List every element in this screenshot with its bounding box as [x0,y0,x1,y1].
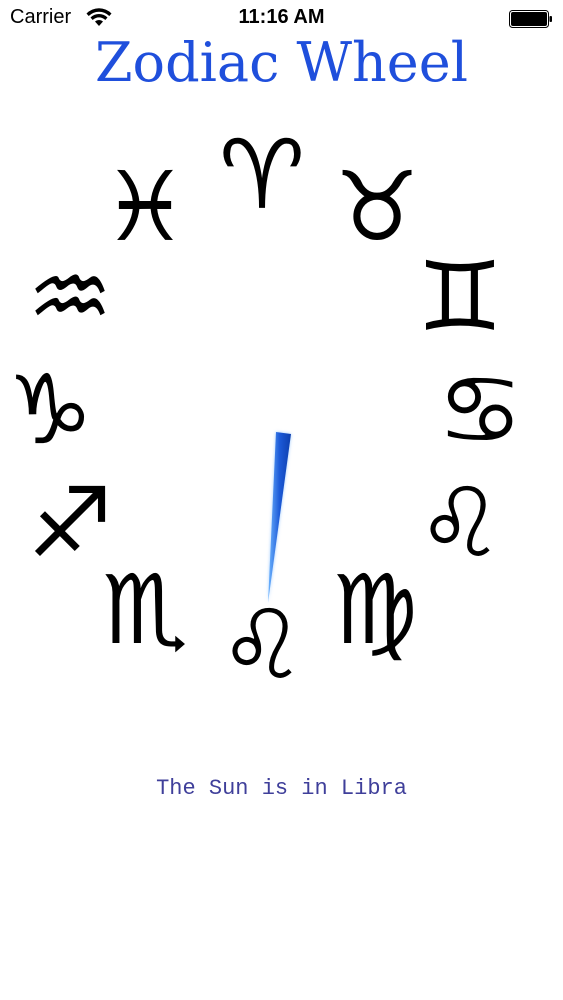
zodiac-wheel: ♈ ♉ ♊ ♋ ♌ ♍ ♌ ♏ ♐ ♑ ♒ ♓ [0,100,563,720]
libra-icon: ♌ [218,589,306,701]
gemini-icon: ♊ [416,241,504,353]
aries-icon: ♈ [218,119,306,231]
capricorn-icon: ♑ [6,354,94,466]
clock: 11:16 AM [238,6,325,28]
page-title: Zodiac Wheel [95,31,468,94]
sagittarius-icon: ♐ [26,467,114,579]
virgo-icon: ♍ [331,554,419,666]
pisces-icon: ♓ [101,151,189,263]
sun-sign-caption: The Sun is in Libra [156,776,407,801]
cancer-icon: ♋ [436,354,524,466]
battery-icon [509,10,552,28]
